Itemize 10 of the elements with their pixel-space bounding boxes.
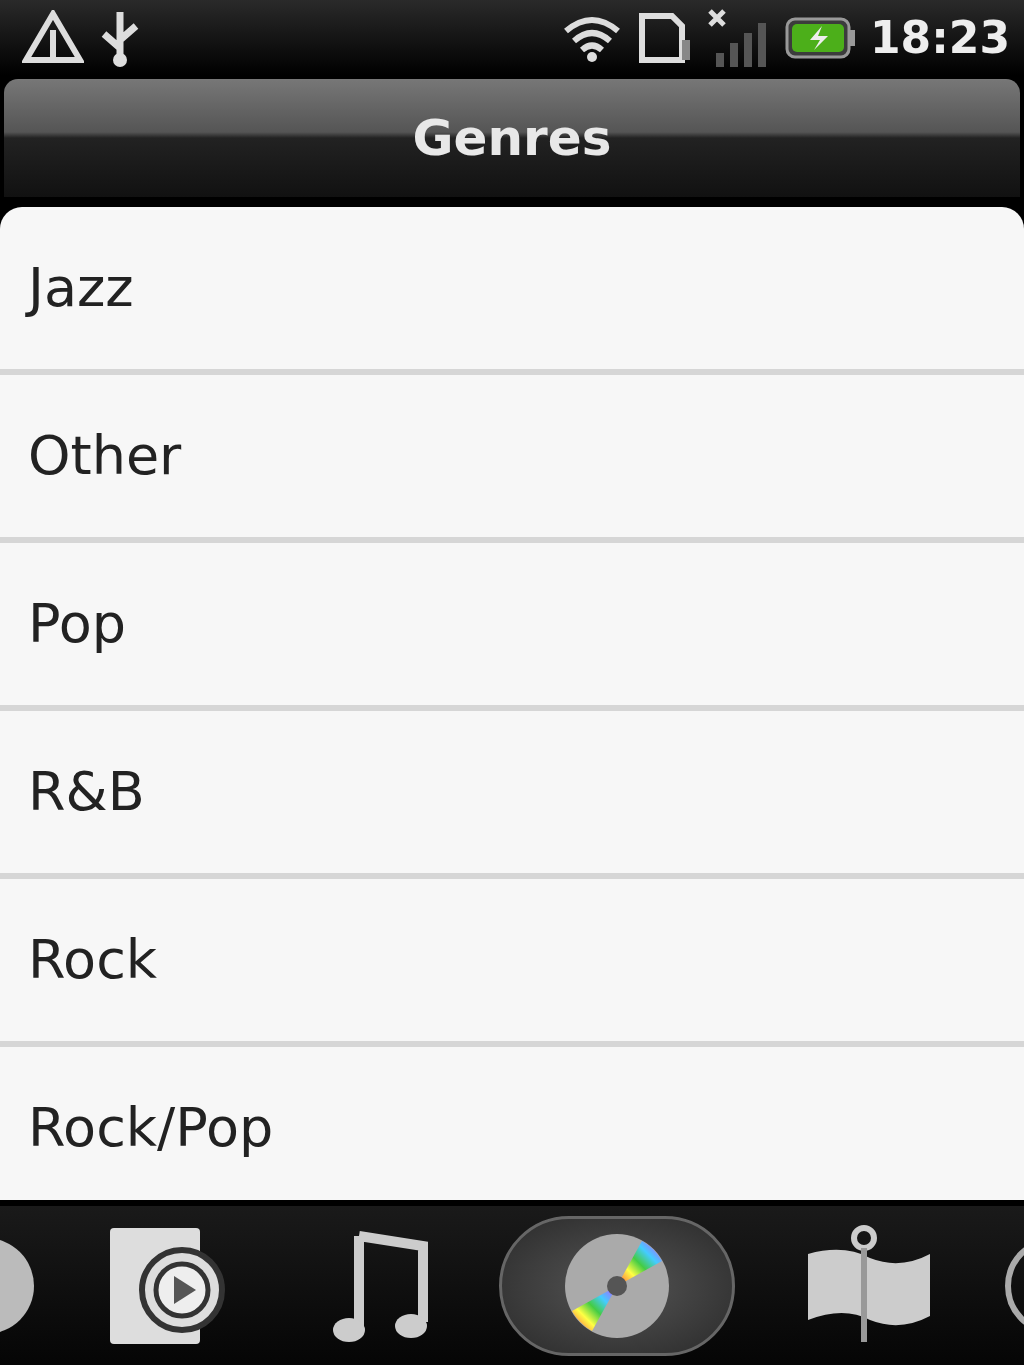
genre-item[interactable]: Rock [0, 879, 1024, 1047]
screen-title: Genres [412, 109, 612, 167]
genre-item[interactable]: Pop [0, 543, 1024, 711]
genre-item[interactable]: Other [0, 375, 1024, 543]
status-time: 18:23 [869, 12, 1010, 63]
warning-icon [22, 9, 84, 66]
genre-item[interactable]: Rock/Pop [0, 1047, 1024, 1157]
genre-item[interactable]: Jazz [0, 207, 1024, 375]
battery-icon [783, 15, 856, 60]
genre-item[interactable]: R&B [0, 711, 1024, 879]
